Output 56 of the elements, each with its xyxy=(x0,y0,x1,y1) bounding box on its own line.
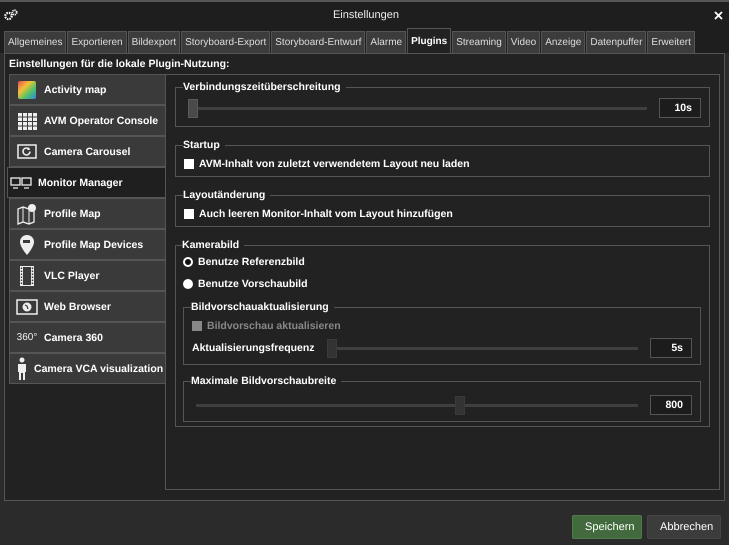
value-field[interactable]: 10s xyxy=(659,98,701,118)
group-title: Maximale Bildvorschaubreite xyxy=(191,375,338,387)
slider-thumb[interactable] xyxy=(188,98,198,118)
gears-icon xyxy=(4,9,18,21)
close-icon[interactable] xyxy=(714,10,723,20)
cancel-button[interactable]: Abbrechen xyxy=(647,515,721,539)
grid-icon xyxy=(17,110,37,130)
icon-text: 360° xyxy=(16,332,38,343)
plugin-item[interactable]: Monitor Manager xyxy=(7,167,165,198)
monitors-icon xyxy=(10,176,32,190)
tab[interactable]: Anzeige xyxy=(541,31,586,53)
field-label: Aktualisierungsfrequenz xyxy=(192,342,315,354)
group-title: Bildvorschauaktualisierung xyxy=(191,301,330,313)
save-button[interactable]: Speichern xyxy=(572,515,642,539)
plugin-item[interactable]: Activity map xyxy=(9,74,165,105)
plugin-item[interactable]: AVM Operator Console xyxy=(9,105,165,136)
radio-button[interactable] xyxy=(183,279,193,289)
color-grid-icon xyxy=(17,80,37,100)
tab[interactable]: Exportieren xyxy=(67,31,127,53)
plugin-item[interactable]: Web Browser xyxy=(9,291,165,322)
plugin-item[interactable]: VLC Player xyxy=(9,260,165,291)
tab[interactable]: Datenpuffer xyxy=(586,31,646,53)
group-title: Kamerabild xyxy=(182,239,240,251)
group-title: Verbindungszeitüberschreitung xyxy=(183,81,342,93)
location-pin-icon xyxy=(19,234,35,256)
plugin-item[interactable]: Camera Carousel xyxy=(9,136,165,167)
tab[interactable]: Storyboard-Entwurf xyxy=(271,31,366,53)
map-pin-icon xyxy=(16,202,38,224)
tab[interactable]: Alarme xyxy=(366,31,406,53)
person-icon xyxy=(16,356,28,380)
plugin-item[interactable]: Camera VCA visualization xyxy=(9,353,165,384)
radio-button[interactable] xyxy=(183,257,193,267)
tab[interactable]: Erweitert xyxy=(647,31,695,53)
checkbox-label: Auch leeren Monitor-Inhalt vom Layout hinzufügen xyxy=(199,208,453,220)
radio-label: Benutze Referenzbild xyxy=(198,256,305,268)
group-title: Startup xyxy=(183,139,221,151)
tab[interactable]: Bildexport xyxy=(128,31,180,53)
tab[interactable]: Streaming xyxy=(452,31,506,53)
radio-label: Benutze Vorschaubild xyxy=(198,278,308,290)
checkbox[interactable] xyxy=(184,159,194,169)
tab[interactable]: Storyboard-Export xyxy=(181,31,270,53)
group-title: Layoutänderung xyxy=(183,189,266,201)
tab[interactable]: Plugins xyxy=(407,28,452,53)
checkbox-label: AVM-Inhalt von zuletzt verwendetem Layout neu laden xyxy=(199,158,470,170)
plugin-item[interactable]: 360° Camera 360 xyxy=(9,322,165,353)
plugin-item[interactable]: Profile Map Devices xyxy=(9,229,165,260)
section-heading: Einstellungen für die lokale Plugin-Nutzung: xyxy=(9,58,230,72)
checkbox-label: Bildvorschau aktualisieren xyxy=(207,320,341,332)
window-title: Einstellungen xyxy=(332,9,400,21)
film-strip-icon xyxy=(19,264,35,286)
checkbox[interactable] xyxy=(184,209,194,219)
screen-refresh-icon xyxy=(17,142,37,162)
screen-globe-icon xyxy=(16,298,38,314)
tab[interactable]: Allgemeines xyxy=(4,31,66,53)
tab[interactable]: Video xyxy=(506,31,540,53)
plugin-item[interactable]: Profile Map xyxy=(9,198,165,229)
